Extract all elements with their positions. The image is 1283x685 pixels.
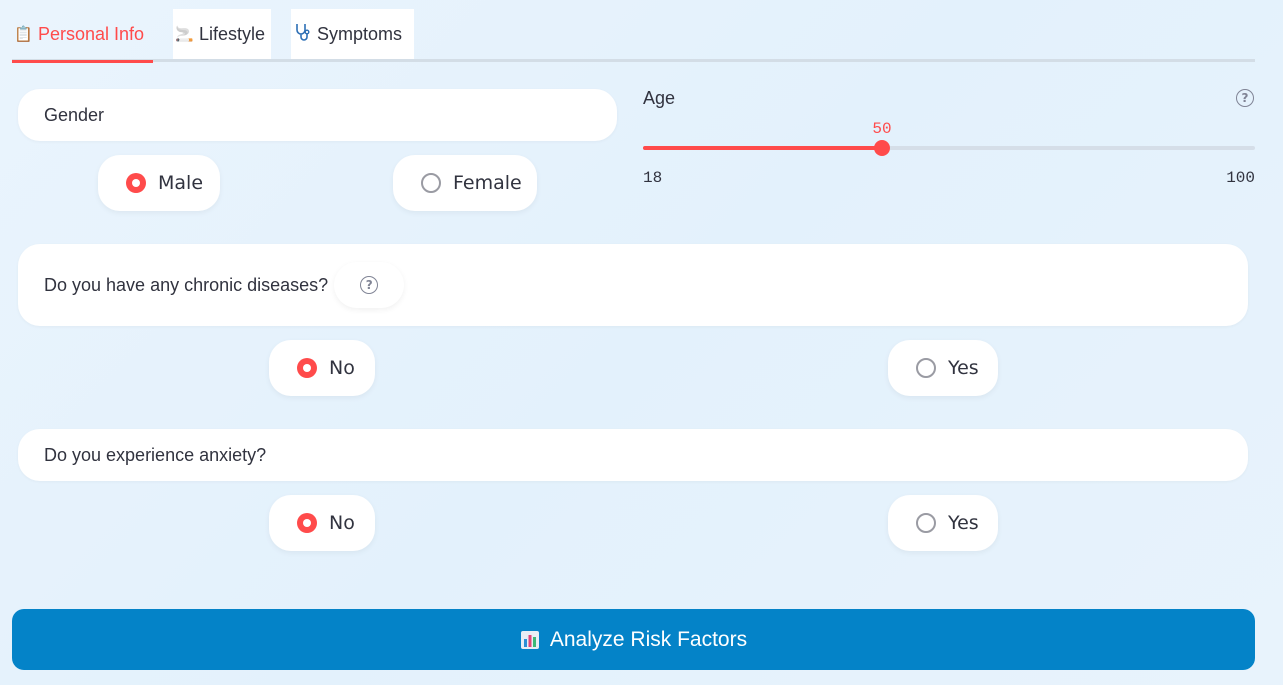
radio-checked-icon — [297, 358, 317, 378]
option-label: Male — [158, 172, 204, 194]
help-icon: ? — [1236, 89, 1254, 107]
tab-label: Lifestyle — [199, 23, 266, 44]
age-slider-min: 18 — [643, 169, 663, 187]
bar-chart-icon — [520, 630, 539, 649]
cigarette-icon: 🚬 — [175, 26, 194, 43]
age-slider-value: 50 — [872, 120, 892, 138]
help-icon: ? — [360, 276, 379, 294]
gender-label: Gender — [44, 104, 105, 125]
radio-unchecked-icon — [421, 173, 441, 193]
tab-lifestyle[interactable]: 🚬 Lifestyle — [173, 9, 271, 59]
anxiety-question: Do you experience anxiety? — [18, 429, 1248, 481]
radio-unchecked-icon — [916, 513, 936, 533]
age-slider[interactable] — [643, 140, 1255, 156]
tab-label: Symptoms — [317, 23, 403, 44]
age-slider-thumb[interactable] — [874, 140, 890, 156]
anxiety-label: Do you experience anxiety? — [44, 444, 267, 465]
radio-unchecked-icon — [916, 358, 936, 378]
analyze-button-label: Analyze Risk Factors — [549, 627, 748, 651]
tab-label: Personal Info — [38, 23, 145, 44]
tab-personal-info[interactable]: 📋 Personal Info — [12, 9, 153, 63]
option-label: Yes — [948, 512, 979, 534]
age-label: Age — [643, 88, 676, 108]
gender-question: Gender — [18, 89, 617, 141]
age-slider-fill — [643, 146, 882, 150]
anxiety-option-yes[interactable]: Yes — [888, 495, 998, 551]
radio-checked-icon — [297, 513, 317, 533]
chronic-label: Do you have any chronic diseases? — [44, 274, 329, 295]
anxiety-option-no[interactable]: No — [269, 495, 375, 551]
chronic-option-no[interactable]: No — [269, 340, 375, 396]
clipboard-icon: 📋 — [14, 26, 33, 43]
analyze-risk-factors-button[interactable]: Analyze Risk Factors — [12, 609, 1255, 670]
option-label: No — [329, 357, 355, 379]
gender-option-female[interactable]: Female — [393, 155, 537, 211]
radio-checked-icon — [126, 173, 146, 193]
age-help[interactable]: ? — [1236, 89, 1254, 107]
gender-option-male[interactable]: Male — [98, 155, 220, 211]
age-slider-max: 100 — [1226, 169, 1255, 187]
tab-symptoms[interactable]: Symptoms — [291, 9, 414, 59]
chronic-option-yes[interactable]: Yes — [888, 340, 998, 396]
stethoscope-icon — [293, 23, 311, 45]
option-label: Yes — [948, 357, 979, 379]
tab-bar: 📋 Personal Info 🚬 Lifestyle Symptoms — [12, 8, 1255, 63]
option-label: Female — [453, 172, 522, 194]
chronic-question: Do you have any chronic diseases? ? — [18, 244, 1248, 326]
chronic-help[interactable]: ? — [334, 262, 405, 308]
option-label: No — [329, 512, 355, 534]
